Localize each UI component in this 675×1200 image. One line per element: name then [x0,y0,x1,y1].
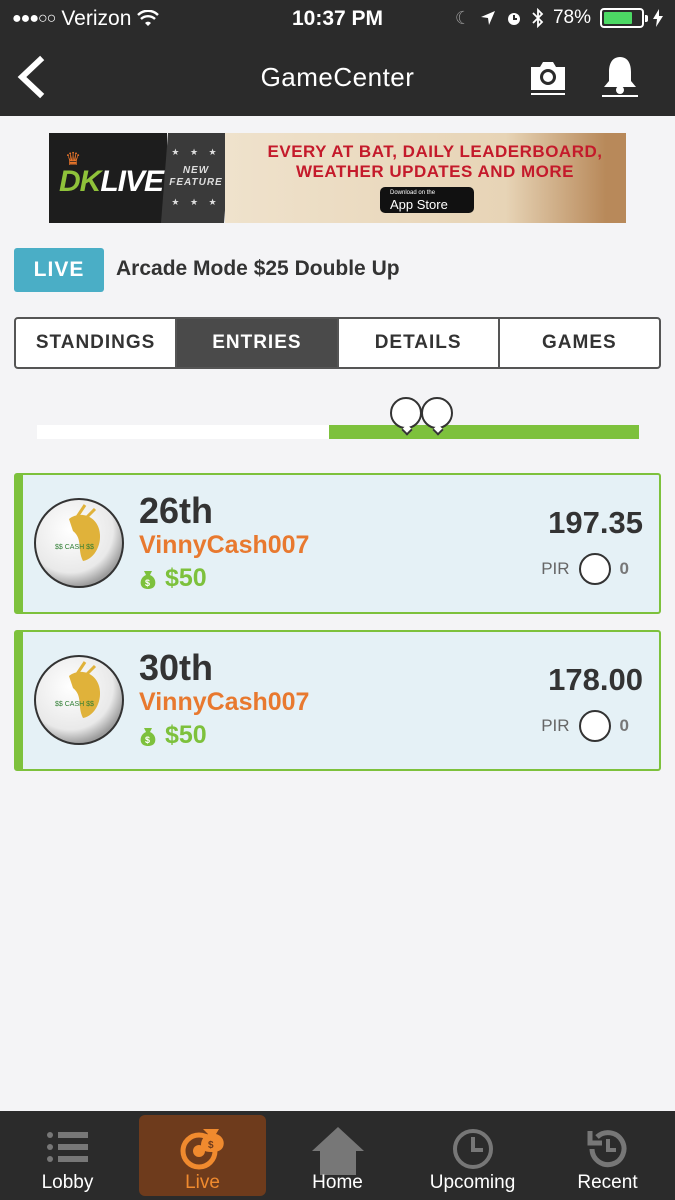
banner-logo-panel: ♛ DKLIVE [49,133,167,223]
banner-stars-top: ★ ★ ★ [171,147,221,157]
nav-live[interactable]: $ Live [135,1111,270,1200]
nav-upcoming[interactable]: Upcoming [405,1111,540,1200]
winnings-amount: $50 [165,721,207,749]
banner-new-feature-text: NEW FEATURE [169,165,223,188]
entry-position-marker [390,397,422,429]
svg-text:$: $ [145,735,150,745]
pir-label: PIR [541,559,570,578]
status-right: ☾ 78% [455,7,663,29]
money-bag-icon: $ [140,570,156,589]
live-money-icon: $ [180,1129,224,1170]
svg-text:$$ CASH $$: $$ CASH $$ [55,701,94,708]
banner-stars-bottom: ★ ★ ★ [171,197,221,207]
winnings-amount: $50 [165,564,207,592]
nav-live-label: Live [185,1172,220,1193]
nav-home-label: Home [312,1172,363,1193]
contest-title: Arcade Mode $25 Double Up [116,257,400,280]
nav-lobby[interactable]: Lobby [0,1111,135,1200]
top-bar: ●●●○○ Verizon 10:37 PM ☾ 78% GameCenter [0,0,675,116]
battery-level [604,12,633,24]
money-bag-icon: $ [140,727,156,746]
entry-card[interactable]: $$ CASH $$ 30th VinnyCash007 $ $50 178.0… [14,630,661,771]
tab-standings[interactable]: STANDINGS [16,319,178,367]
pir-indicator: PIR 0 [541,553,629,585]
dk-live-promo-banner[interactable]: ♛ DKLIVE ★ ★ ★ NEW FEATURE ★ ★ ★ EVERY A… [49,133,626,223]
bottom-tab-bar: Lobby $ Live Home Upcoming Recent [0,1111,675,1200]
banner-message-panel: EVERY AT BAT, DAILY LEADERBOARD, WEATHER… [225,133,626,223]
entry-username: VinnyCash007 [139,531,310,559]
entry-winnings: $ $50 [139,721,207,750]
entry-score: 178.00 [548,662,643,697]
logo-dk-text: DK [59,165,101,198]
logo-live-text: LIVE [100,165,164,198]
battery-icon [600,8,648,28]
notification-bell-icon[interactable] [600,54,640,98]
app-store-big-text: App Store [390,197,448,212]
tab-entries[interactable]: ENTRIES [177,319,339,367]
home-icon [311,1127,364,1175]
bluetooth-icon [532,8,544,28]
nav-title: GameCenter [260,62,415,92]
charging-bolt-icon [653,9,663,27]
entry-rank: 30th [139,647,214,688]
tab-games[interactable]: GAMES [500,319,659,367]
pir-progress-ring [578,710,611,742]
history-icon [587,1130,626,1168]
golf-ball-avatar: $$ CASH $$ [34,498,124,588]
nav-recent[interactable]: Recent [540,1111,675,1200]
entry-winnings: $ $50 [139,564,207,593]
nav-recent-label: Recent [577,1172,638,1193]
golf-ball-avatar: $$ CASH $$ [34,655,124,745]
camera-icon[interactable] [528,56,568,96]
pir-progress-ring [578,553,611,585]
entry-score: 197.35 [548,505,643,540]
standings-progress-bar [37,425,639,439]
pir-value: 0 [619,716,629,735]
nav-upcoming-label: Upcoming [429,1172,516,1193]
app-store-badge[interactable]: Download on the App Store [380,187,474,213]
entry-username: VinnyCash007 [139,688,310,716]
svg-text:$: $ [208,1140,214,1151]
svg-text:$$ CASH $$: $$ CASH $$ [55,544,94,551]
svg-text:$: $ [145,578,150,588]
battery-percent: 78% [552,7,591,28]
app-store-text: Download on the App Store [390,189,448,211]
nav-home[interactable]: Home [270,1111,405,1200]
nav-lobby-label: Lobby [41,1172,94,1193]
location-arrow-icon [480,11,495,25]
lobby-list-icon [46,1132,88,1162]
entry-card[interactable]: $$ CASH $$ 26th VinnyCash007 $ $50 197.3… [14,473,661,614]
pir-label: PIR [541,716,570,735]
banner-headline: EVERY AT BAT, DAILY LEADERBOARD, WEATHER… [267,142,603,181]
entry-position-marker [421,397,453,429]
status-bar: ●●●○○ Verizon 10:37 PM ☾ 78% [0,0,675,38]
pir-indicator: PIR 0 [541,710,629,742]
entry-rank: 26th [139,490,214,531]
live-status-badge: LIVE [14,248,104,292]
payout-zone [329,425,639,439]
dk-live-logo: DKLIVE [59,165,164,199]
banner-new-feature-panel: ★ ★ ★ NEW FEATURE ★ ★ ★ [161,133,231,223]
gamecenter-tabs: STANDINGS ENTRIES DETAILS GAMES [14,317,661,369]
tab-details[interactable]: DETAILS [339,319,500,367]
pir-value: 0 [619,559,629,578]
nav-bar: GameCenter [0,38,675,116]
alarm-icon [507,13,520,25]
clock-icon [452,1129,493,1169]
moon-icon: ☾ [454,7,471,28]
